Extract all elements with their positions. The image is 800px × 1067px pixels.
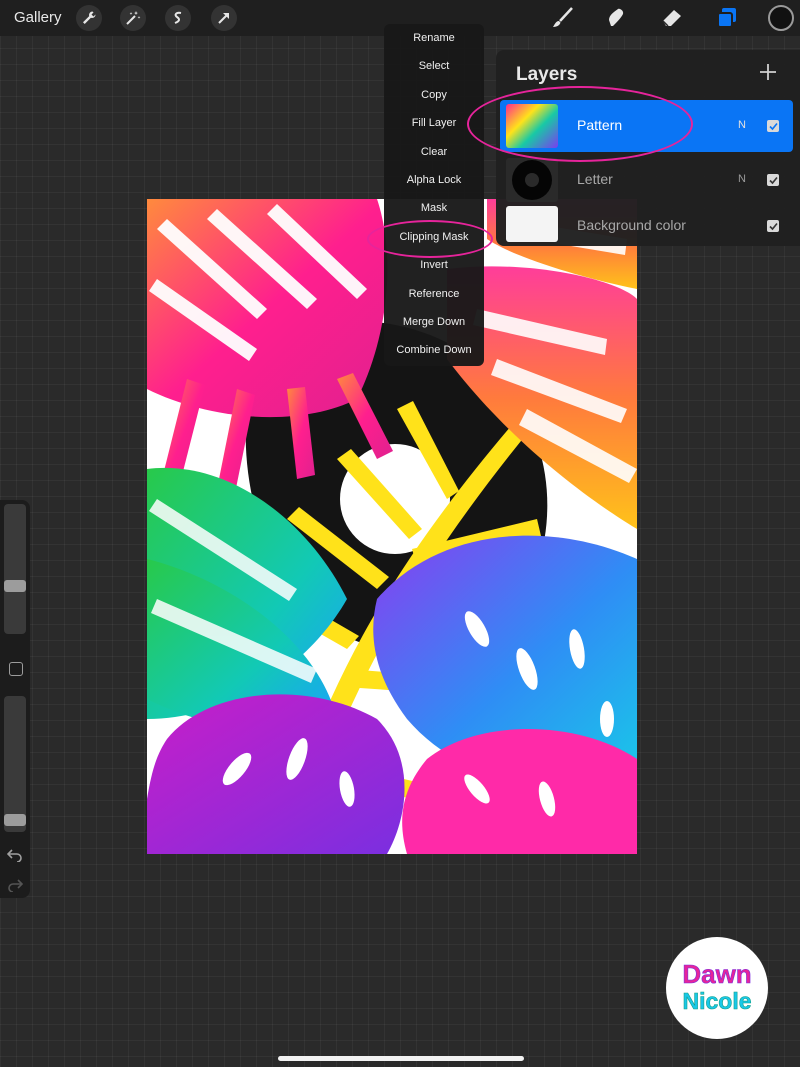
- layer-row-letter[interactable]: Letter N: [500, 154, 793, 206]
- menu-mask[interactable]: Mask: [384, 194, 484, 222]
- layers-title: Layers: [516, 64, 578, 85]
- checkmark-icon: [768, 222, 778, 230]
- wrench-icon: [83, 11, 96, 24]
- watermark-logo: Dawn Nicole: [666, 937, 768, 1039]
- transform-arrow-icon: [218, 13, 229, 24]
- menu-merge-down[interactable]: Merge Down: [384, 308, 484, 336]
- blend-mode-button[interactable]: N: [738, 173, 746, 185]
- layer-thumbnail: [506, 158, 558, 202]
- redo-icon[interactable]: [7, 876, 23, 892]
- undo-icon[interactable]: [7, 846, 23, 862]
- layer-row-pattern[interactable]: Pattern N: [500, 100, 793, 152]
- menu-copy[interactable]: Copy: [384, 81, 484, 109]
- eraser-tool[interactable]: [658, 4, 686, 32]
- magic-wand-icon: [126, 11, 141, 25]
- menu-clear[interactable]: Clear: [384, 138, 484, 166]
- menu-invert[interactable]: Invert: [384, 251, 484, 279]
- eraser-icon: [662, 10, 681, 27]
- selection-icon: [174, 11, 182, 24]
- menu-rename[interactable]: Rename: [384, 24, 484, 52]
- blend-mode-button[interactable]: N: [738, 119, 746, 131]
- selection-button[interactable]: [165, 5, 191, 31]
- layers-button[interactable]: [713, 4, 741, 32]
- layer-name: Pattern: [577, 117, 623, 133]
- checkmark-icon: [768, 176, 778, 184]
- layer-options-menu: Rename Select Copy Fill Layer Clear Alph…: [384, 24, 484, 366]
- menu-reference[interactable]: Reference: [384, 280, 484, 308]
- layer-thumbnail: [506, 104, 558, 148]
- menu-combine-down[interactable]: Combine Down: [384, 336, 484, 364]
- brush-size-thumb[interactable]: [4, 579, 26, 592]
- menu-select[interactable]: Select: [384, 52, 484, 80]
- layer-thumbnail: [506, 206, 558, 242]
- opacity-thumb[interactable]: [4, 813, 26, 826]
- menu-fill-layer[interactable]: Fill Layer: [384, 109, 484, 137]
- watermark-line1: Dawn: [682, 959, 751, 989]
- smudge-tool[interactable]: [603, 4, 631, 32]
- color-swatch[interactable]: [768, 5, 794, 31]
- visibility-checkbox[interactable]: [767, 220, 779, 232]
- transform-button[interactable]: [211, 5, 237, 31]
- layers-panel: Layers Pattern N Letter N Background col…: [496, 50, 800, 246]
- brush-icon: [553, 7, 573, 27]
- gallery-button[interactable]: Gallery: [14, 9, 62, 26]
- actions-button[interactable]: [76, 5, 102, 31]
- smudge-icon: [609, 8, 624, 26]
- left-sidebar: [0, 500, 30, 898]
- adjustments-button[interactable]: [120, 5, 146, 31]
- visibility-checkbox[interactable]: [767, 174, 779, 186]
- layers-icon: [717, 8, 736, 28]
- plus-icon[interactable]: [758, 62, 778, 82]
- watermark-line2: Nicole: [682, 988, 751, 1014]
- checkmark-icon: [768, 122, 778, 130]
- opacity-slider[interactable]: [4, 696, 26, 832]
- layer-name: Background color: [577, 217, 686, 233]
- brush-tool[interactable]: [549, 4, 577, 32]
- layer-row-background-color[interactable]: Background color: [500, 202, 793, 250]
- home-indicator[interactable]: [278, 1056, 524, 1061]
- layer-name: Letter: [577, 171, 613, 187]
- menu-alpha-lock[interactable]: Alpha Lock: [384, 166, 484, 194]
- modify-button[interactable]: [9, 662, 23, 676]
- visibility-checkbox[interactable]: [767, 120, 779, 132]
- brush-size-slider[interactable]: [4, 504, 26, 634]
- menu-clipping-mask[interactable]: Clipping Mask: [384, 223, 484, 251]
